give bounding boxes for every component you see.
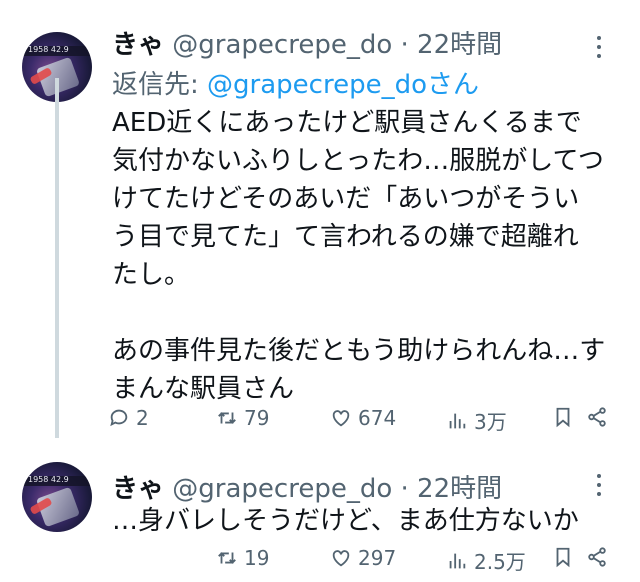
bookmark-icon [556,407,570,428]
like-count: 674 [358,406,397,430]
handle[interactable]: @grapecrepe_do [172,30,392,60]
retweet-count: 19 [244,546,270,570]
bookmark-button[interactable] [552,546,574,568]
action-bar: 2 79 674 3万 [108,406,628,436]
action-bar: 19 297 2.5万 [108,546,628,576]
retweet-icon [218,412,236,424]
reply-button[interactable]: 2 [108,406,149,430]
reply-prefix: 返信先: [112,70,199,100]
body-line: たし。 [112,260,191,290]
views-count: 3万 [474,410,507,434]
avatar[interactable]: 1958 42.9 [22,462,92,532]
heart-icon [332,550,350,567]
retweet-icon [218,552,236,564]
retweet-button[interactable]: 79 [216,406,269,430]
avatar-hud-text: 1958 42.9 [28,475,69,484]
body-line: AED近くにあったけど駅員さんくるまで [112,108,582,138]
timestamp[interactable]: 22時間 [417,474,502,504]
views-button[interactable]: 3万 [446,406,507,435]
body-line-blank [112,294,612,332]
body-line: あの事件見た後だともう助けられんね…す [112,336,606,366]
body-line: …身バレしそうだけど、まあ仕方ないか [112,506,579,536]
body-line: けてたけどそのあいだ「あいつがそうい [112,184,580,214]
bookmark-button[interactable] [552,406,574,428]
tweet-body: …身バレしそうだけど、まあ仕方ないか [112,502,612,540]
thread-line [55,78,59,438]
retweet-count: 79 [244,406,270,430]
body-line: う目で見てた」て言われるの嫌で超離れ [112,222,579,252]
tweet-header: きゃ @grapecrepe_do · 22時間 [112,468,502,505]
tweet-body: AED近くにあったけど駅員さんくるまで 気付かないふりしとったわ…服脱がしてつ … [112,104,612,408]
avatar-hud-text: 1958 42.9 [28,45,69,54]
share-icon [588,407,606,427]
share-button[interactable] [586,406,608,428]
display-name[interactable]: きゃ [112,30,164,60]
separator: · [400,30,409,60]
views-icon [449,553,466,568]
body-line: 気付かないふりしとったわ…服脱がしてつ [112,146,604,176]
timestamp[interactable]: 22時間 [417,30,502,60]
share-button[interactable] [586,546,608,568]
reply-suffix[interactable]: さん [427,70,479,100]
reply-count: 2 [136,406,149,430]
more-icon[interactable] [596,36,602,62]
heart-icon [332,410,350,427]
bookmark-icon [556,547,570,568]
like-button[interactable]: 674 [330,406,396,430]
share-icon [588,547,606,567]
like-count: 297 [358,546,397,570]
display-name[interactable]: きゃ [112,474,164,504]
reply-to-handle[interactable]: @grapecrepe_do [207,70,427,100]
reply-context: 返信先: @grapecrepe_doさん [112,64,479,101]
tweet[interactable]: 1958 42.9 きゃ @grapecrepe_do · 22時間 返信先: … [0,0,640,440]
like-button[interactable]: 297 [330,546,396,570]
views-icon [449,413,466,428]
tweet[interactable]: 1958 42.9 きゃ @grapecrepe_do · 22時間 …身バレし… [0,440,640,582]
views-button[interactable]: 2.5万 [446,546,526,575]
separator: · [400,474,409,504]
tweet-header: きゃ @grapecrepe_do · 22時間 [112,24,502,61]
more-icon[interactable] [596,474,602,500]
body-line: まんな駅員さん [112,374,295,404]
handle[interactable]: @grapecrepe_do [172,474,392,504]
views-count: 2.5万 [474,550,526,574]
retweet-button[interactable]: 19 [216,546,269,570]
reply-icon [110,409,128,427]
